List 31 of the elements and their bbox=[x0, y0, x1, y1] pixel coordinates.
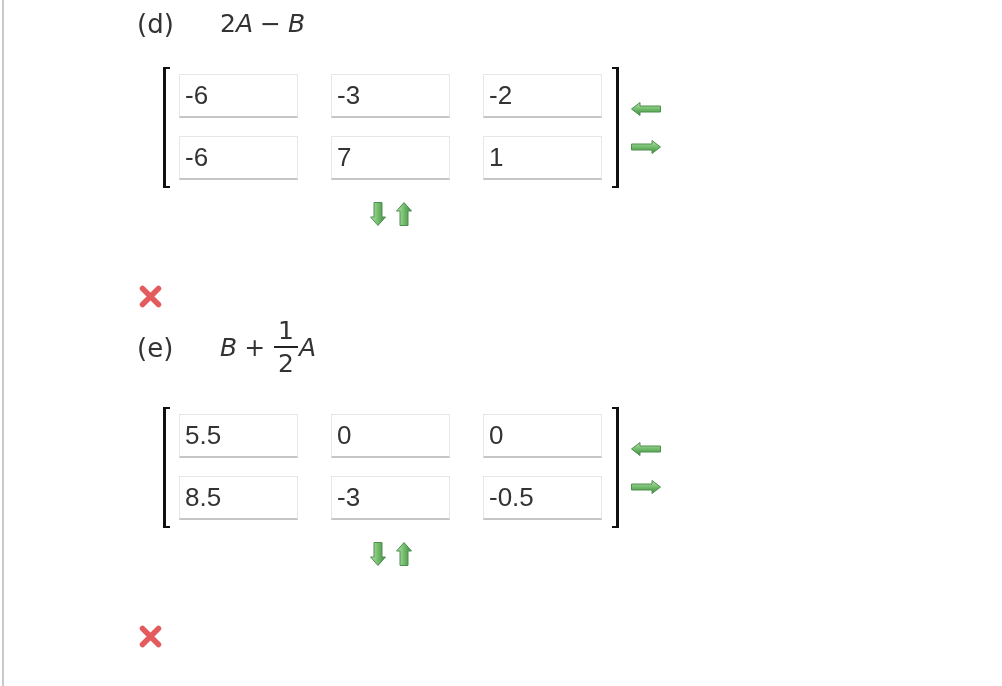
part-label: (d) bbox=[137, 8, 175, 40]
math-number: 2 bbox=[220, 8, 236, 40]
right-arrow-icon[interactable] bbox=[631, 479, 661, 494]
left-arrow-icon[interactable] bbox=[631, 101, 661, 116]
math-operator: + bbox=[244, 332, 266, 364]
matrix-entry-field[interactable]: 0 bbox=[483, 414, 602, 458]
up-arrow-icon[interactable] bbox=[396, 542, 412, 566]
fraction-numerator: 1 bbox=[274, 316, 298, 348]
matrix-entry-field[interactable]: -2 bbox=[483, 74, 602, 118]
down-arrow-icon[interactable] bbox=[370, 202, 386, 226]
matrix-entry-field[interactable]: 0 bbox=[331, 414, 450, 458]
fraction-denominator: 2 bbox=[277, 348, 295, 380]
math-variable: A bbox=[299, 332, 317, 364]
part-label: (e) bbox=[137, 332, 175, 364]
up-arrow-icon[interactable] bbox=[396, 202, 412, 226]
matrix-entry-field[interactable]: 7 bbox=[331, 136, 450, 180]
matrix-entry-field[interactable]: -6 bbox=[179, 74, 298, 118]
down-arrow-icon[interactable] bbox=[370, 542, 386, 566]
math-variable: B bbox=[220, 332, 238, 364]
math-operator: − bbox=[260, 8, 281, 40]
matrix-entry-field[interactable]: 8.5 bbox=[179, 476, 298, 520]
matrix-entry-field[interactable]: -3 bbox=[331, 476, 450, 520]
matrix-entry-field[interactable]: 5.5 bbox=[179, 414, 298, 458]
matrix-entry-field[interactable]: -6 bbox=[179, 136, 298, 180]
matrix-entry-field[interactable]: 1 bbox=[483, 136, 602, 180]
matrix-entry-field[interactable]: -3 bbox=[331, 74, 450, 118]
left-arrow-icon[interactable] bbox=[631, 441, 661, 456]
matrix-entry-field[interactable]: -0.5 bbox=[483, 476, 602, 520]
math-variable: B bbox=[287, 8, 306, 40]
math-variable: A bbox=[235, 8, 253, 40]
right-arrow-icon[interactable] bbox=[631, 139, 661, 154]
